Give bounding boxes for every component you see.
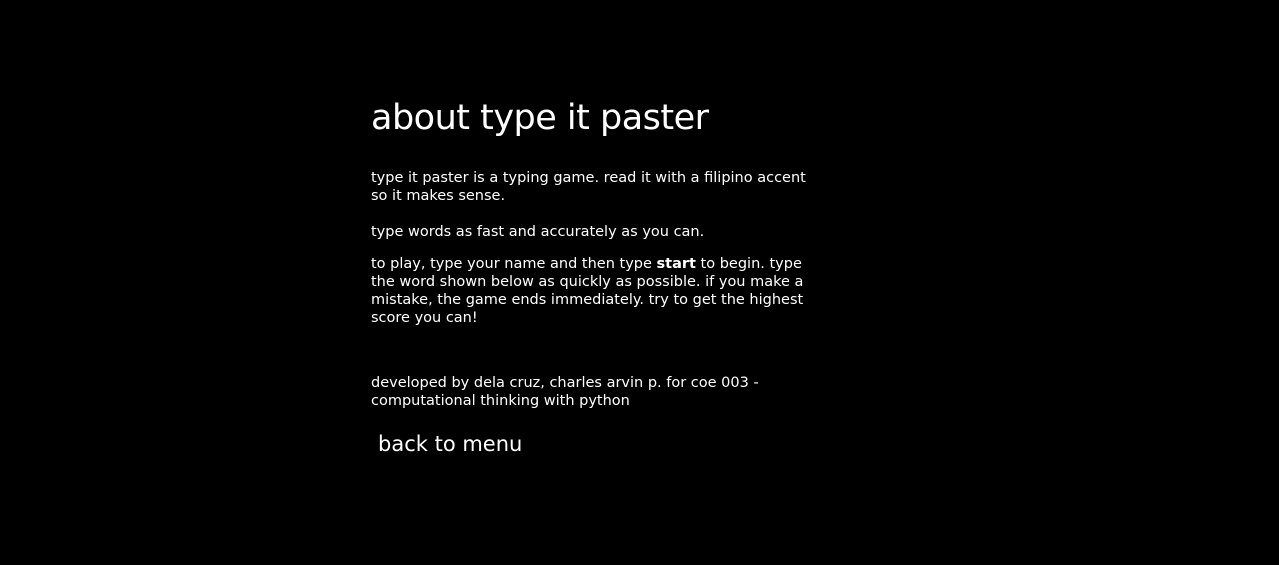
back-to-menu-button[interactable]: back to menu xyxy=(378,430,522,458)
page-title: about type it paster xyxy=(371,98,709,138)
howto-text-before: to play, type your name and then type xyxy=(371,256,657,272)
start-keyword: start xyxy=(656,256,696,272)
howto-text: to play, type your name and then type st… xyxy=(371,255,821,327)
intro-text: type it paster is a typing game. read it… xyxy=(371,170,806,204)
about-panel: about type it paster type it paster is a… xyxy=(371,95,821,458)
credits-text: developed by dela cruz, charles arvin p.… xyxy=(371,375,759,409)
instruction-text: type words as fast and accurately as you… xyxy=(371,224,705,240)
